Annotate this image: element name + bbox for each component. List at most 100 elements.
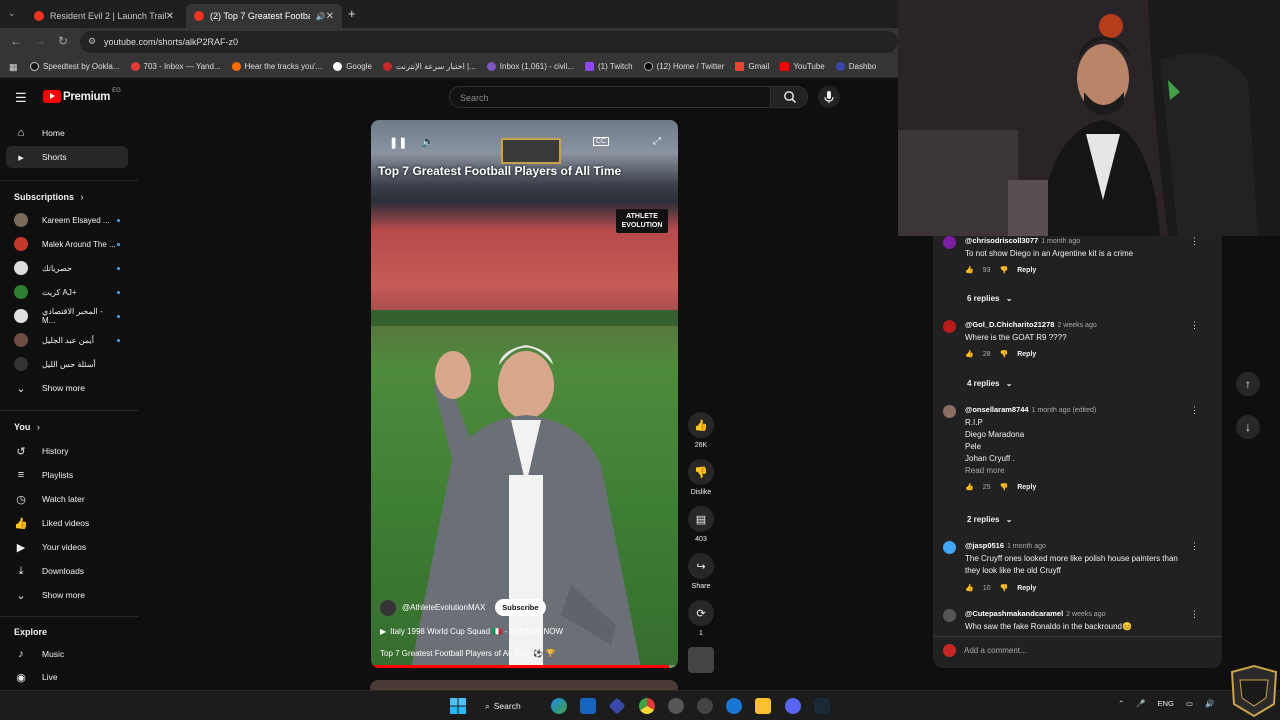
you-heading[interactable]: You › bbox=[14, 422, 40, 432]
bookmark-google[interactable]: Google bbox=[333, 62, 372, 71]
fullscreen-icon[interactable]: ⤢ bbox=[653, 136, 661, 147]
tab-search-chevron-icon[interactable]: ⌄ bbox=[8, 8, 16, 19]
sidebar-item-live[interactable]: ◉ Live bbox=[6, 666, 128, 688]
thumbs-up-icon[interactable]: 👍 bbox=[965, 350, 974, 358]
close-tab-icon[interactable]: ✕ bbox=[326, 11, 334, 22]
windows-start-icon[interactable] bbox=[450, 698, 466, 714]
edge-icon[interactable] bbox=[551, 698, 567, 714]
subscription-item[interactable]: Malek Around The ... bbox=[6, 233, 128, 255]
app-icon[interactable] bbox=[668, 698, 684, 714]
subscription-item[interactable]: كريت AJ+ bbox=[6, 281, 128, 303]
more-options-icon[interactable]: ⋮ bbox=[1190, 609, 1199, 620]
share-icon[interactable]: ↪ bbox=[688, 553, 714, 579]
sidebar-item-downloads[interactable]: ⤓ Downloads bbox=[6, 560, 128, 582]
bookmark-youtube[interactable]: YouTube bbox=[780, 62, 825, 71]
word-icon[interactable] bbox=[726, 698, 742, 714]
thumbs-down-icon[interactable]: 👎 bbox=[1000, 584, 1009, 592]
thumbs-down-icon[interactable]: 👎 bbox=[1000, 266, 1009, 274]
sidebar-item-watch-later[interactable]: ◷ Watch later bbox=[6, 488, 128, 510]
speaker-icon[interactable]: 🔊 bbox=[316, 12, 326, 21]
close-tab-icon[interactable]: ✕ bbox=[166, 11, 174, 22]
reply-button[interactable]: Reply bbox=[1017, 585, 1036, 592]
language-indicator[interactable]: ENG bbox=[1158, 699, 1174, 708]
bookmark-dashboard[interactable]: Dashbo bbox=[835, 62, 876, 71]
replies-toggle[interactable]: 4 replies ⌄ bbox=[967, 379, 1012, 388]
subscription-item[interactable]: المحبر الاقتصادي - M... bbox=[6, 305, 128, 327]
file-explorer-icon[interactable] bbox=[755, 698, 771, 714]
new-tab-button[interactable]: + bbox=[348, 6, 356, 21]
sound-thumbnail-icon[interactable] bbox=[688, 647, 714, 673]
bookmark-speedtest[interactable]: Speedtest by Ookla... bbox=[30, 62, 120, 71]
4k-app-icon[interactable] bbox=[697, 698, 713, 714]
comment-avatar[interactable] bbox=[943, 236, 956, 249]
comment-avatar[interactable] bbox=[943, 541, 956, 554]
bookmark-yandex[interactable]: 703 - Inbox — Yand... bbox=[130, 62, 221, 71]
thumbs-up-icon[interactable]: 👍 bbox=[965, 584, 974, 592]
microphone-icon[interactable]: 🎤 bbox=[1136, 699, 1145, 708]
back-icon[interactable]: ← bbox=[10, 34, 22, 48]
dislike-action[interactable]: 👎 Dislike bbox=[688, 459, 714, 496]
subscribe-button[interactable]: Subscribe bbox=[495, 599, 546, 616]
sidebar-item-liked-videos[interactable]: 👍 Liked videos bbox=[6, 512, 128, 534]
short-video-player[interactable]: ❚❚ 🔈 CC ⤢ Top 7 Greatest Football Player… bbox=[371, 120, 678, 668]
bookmark-gmail[interactable]: Gmail bbox=[735, 62, 769, 71]
voice-search-button[interactable] bbox=[818, 86, 840, 108]
replies-toggle[interactable]: 2 replies ⌄ bbox=[967, 515, 1012, 524]
tray-chevron-icon[interactable]: ⌃ bbox=[1118, 699, 1124, 708]
sidebar-item-home[interactable]: ⌂ Home bbox=[6, 122, 128, 144]
short-playlist-link[interactable]: ▶ Italy 1998 World Cup Squad 🇮🇹 - THEN vs… bbox=[380, 627, 563, 636]
search-button[interactable] bbox=[770, 86, 808, 108]
apps-grid-icon[interactable]: ▦ bbox=[9, 62, 18, 73]
like-action[interactable]: 👍 26K bbox=[688, 412, 714, 449]
chrome-icon[interactable] bbox=[639, 698, 655, 714]
thumbs-down-icon[interactable]: 👎 bbox=[688, 459, 714, 485]
thumbs-up-icon[interactable]: 👍 bbox=[965, 483, 974, 491]
monitor-icon[interactable]: ▭ bbox=[1186, 699, 1193, 708]
speaker-icon[interactable]: 🔊 bbox=[1205, 699, 1214, 708]
bookmark-twitter[interactable]: (12) Home / Twitter bbox=[643, 62, 724, 71]
reload-icon[interactable]: ↻ bbox=[58, 34, 68, 48]
short-channel-name[interactable]: @AthleteEvolutionMAX bbox=[402, 603, 485, 612]
sidebar-item-music[interactable]: ♪ Music bbox=[6, 643, 128, 665]
sidebar-item-your-videos[interactable]: ▶ Your videos bbox=[6, 536, 128, 558]
remix-action[interactable]: ⟳ 1 bbox=[688, 600, 714, 637]
comment-avatar[interactable] bbox=[943, 320, 956, 333]
comment-avatar[interactable] bbox=[943, 609, 956, 622]
more-options-icon[interactable]: ⋮ bbox=[1190, 541, 1199, 552]
reply-button[interactable]: Reply bbox=[1017, 351, 1036, 358]
steam-icon[interactable] bbox=[814, 698, 830, 714]
app-icon[interactable] bbox=[608, 697, 626, 715]
remix-icon[interactable]: ⟳ bbox=[688, 600, 714, 626]
more-options-icon[interactable]: ⋮ bbox=[1190, 236, 1199, 247]
reply-button[interactable]: Reply bbox=[1017, 267, 1036, 274]
forward-icon[interactable]: → bbox=[34, 34, 46, 48]
sidebar-item-playlists[interactable]: ≡ Playlists bbox=[6, 464, 128, 486]
pause-icon[interactable]: ❚❚ bbox=[389, 136, 407, 149]
site-info-icon[interactable]: ⚙ bbox=[88, 36, 96, 47]
next-short-button[interactable]: ↓ bbox=[1236, 415, 1260, 439]
video-progress-bar[interactable] bbox=[371, 665, 678, 668]
channel-avatar[interactable] bbox=[380, 599, 396, 616]
sound-action[interactable] bbox=[688, 647, 714, 677]
replies-toggle[interactable]: 6 replies ⌄ bbox=[967, 294, 1012, 303]
sidebar-item-history[interactable]: ↺ History bbox=[6, 440, 128, 462]
sidebar-item-shorts[interactable]: ▸ Shorts bbox=[6, 146, 128, 168]
subscription-item[interactable]: Kareem Elsayed ... bbox=[6, 209, 128, 231]
bookmark-speedtest-ar[interactable]: اختبار سرعة الإنترنت |... bbox=[382, 62, 476, 71]
thumbs-up-icon[interactable]: 👍 bbox=[965, 266, 974, 274]
hamburger-menu-icon[interactable]: ☰ bbox=[15, 90, 27, 106]
add-comment-input[interactable]: Add a comment... bbox=[943, 644, 1213, 657]
captions-icon[interactable]: CC bbox=[593, 137, 610, 146]
you-show-more[interactable]: ⌄ Show more bbox=[6, 584, 128, 606]
outlook-icon[interactable] bbox=[580, 698, 596, 714]
subscriptions-show-more[interactable]: ⌄ Show more bbox=[6, 377, 128, 399]
previous-short-button[interactable]: ↑ bbox=[1236, 372, 1260, 396]
read-more-link[interactable]: Read more bbox=[965, 465, 1205, 477]
next-short-preview[interactable] bbox=[370, 680, 678, 690]
share-action[interactable]: ↪ Share bbox=[688, 553, 714, 590]
subscription-item[interactable]: حصرياتك bbox=[6, 257, 128, 279]
volume-icon[interactable]: 🔈 bbox=[421, 135, 435, 148]
url-input[interactable]: ⚙ youtube.com/shorts/alkP2RAF-z0 bbox=[80, 31, 898, 53]
bookmark-soundcloud[interactable]: Hear the tracks you'... bbox=[231, 62, 322, 71]
youtube-logo[interactable]: Premium EG bbox=[43, 88, 121, 103]
